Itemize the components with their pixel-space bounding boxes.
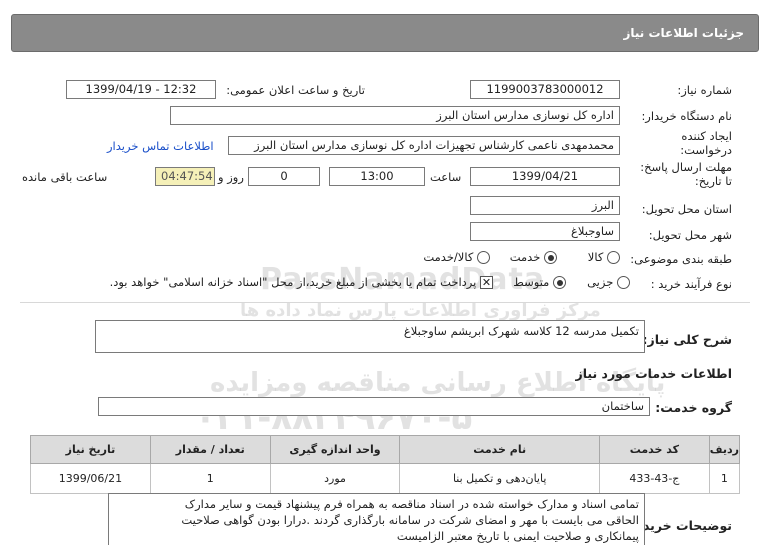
divider <box>20 302 750 303</box>
province-label: استان محل تحویل: <box>641 202 732 216</box>
buyer-contact-link[interactable]: اطلاعات تماس خریدار <box>107 139 214 153</box>
province-field: البرز <box>470 196 620 215</box>
page-title: جزئیات اطلاعات نیاز <box>623 26 744 40</box>
col-row-number: ردیف <box>708 435 741 464</box>
deadline-time-label: ساعت <box>430 170 462 184</box>
process-label: نوع فرآیند خرید : <box>650 277 732 291</box>
time-remaining-field: 04:47:54 <box>155 167 215 186</box>
col-need-date: تاریخ نیاز <box>30 435 151 464</box>
creator-label-line2: درخواست: <box>680 143 732 157</box>
category-option-goods[interactable]: کالا <box>588 250 620 264</box>
city-field: ساوجبلاغ <box>470 222 620 241</box>
col-service-code: کد خدمت <box>598 435 710 464</box>
services-section-title: اطلاعات خدمات مورد نیاز <box>575 366 733 381</box>
need-number-field: 1199003783000012 <box>470 80 620 99</box>
treasury-payment-note: پرداخت تمام یا بخشی از مبلغ خرید،از محل … <box>109 275 477 289</box>
buyer-field: اداره کل نوسازی مدارس استان البرز <box>170 106 620 125</box>
buyer-notes-field: تمامی اسناد و مدارک خواسته شده در اسناد … <box>108 493 645 545</box>
services-table-header: ردیف کد خدمت نام خدمت واحد اندازه گیری ت… <box>30 435 741 464</box>
summary-label: شرح کلی نیاز: <box>642 332 732 347</box>
announce-date-field: 1399/04/19 - 12:32 <box>66 80 216 99</box>
creator-label-line1: ایجاد کننده <box>681 129 732 143</box>
deadline-label-line2: تا تاریخ: <box>694 174 732 188</box>
process-medium-radio[interactable] <box>553 276 566 289</box>
notes-line-1: تمامی اسناد و مدارک خواسته شده در اسناد … <box>184 497 639 511</box>
process-option-medium[interactable]: متوسط <box>513 275 566 289</box>
category-option-goods-service[interactable]: کالا/خدمت <box>423 250 490 264</box>
cell-service-code: ج-43-433 <box>598 463 710 494</box>
category-goods-service-label: کالا/خدمت <box>423 250 474 264</box>
deadline-date-field: 1399/04/21 <box>470 167 620 186</box>
cell-quantity: 1 <box>149 463 271 494</box>
treasury-checkbox[interactable]: ✕ <box>480 276 493 289</box>
service-group-label: گروه خدمت: <box>655 400 732 415</box>
creator-label: ایجاد کننده درخواست: <box>680 129 732 157</box>
category-service-label: خدمت <box>509 250 541 264</box>
category-option-service[interactable]: خدمت <box>510 250 557 264</box>
category-goods-label: کالا <box>587 250 604 264</box>
notes-line-3: پیمانکاری و صلاحیت ایمنی با تاریخ معتبر … <box>396 529 639 543</box>
days-remaining-field: 0 <box>248 167 320 186</box>
creator-field: محمدمهدی ناعمی کارشناس تجهیزات اداره کل … <box>228 136 620 155</box>
process-minor-radio[interactable] <box>617 276 630 289</box>
service-group-field: ساختمان <box>98 397 650 416</box>
deadline-time-field: 13:00 <box>329 167 425 186</box>
category-label: طبقه بندی موضوعی: <box>630 252 732 266</box>
city-label: شهر محل تحویل: <box>648 228 732 242</box>
summary-field: تکمیل مدرسه 12 کلاسه شهرک ابریشم ساوجبلا… <box>95 320 645 353</box>
cell-row-number: 1 <box>708 463 741 494</box>
col-quantity: تعداد / مقدار <box>149 435 271 464</box>
page-header: جزئیات اطلاعات نیاز <box>11 14 759 52</box>
watermark-subtitle: مرکز فراوری اطلاعات پارس نماد داده ها <box>240 300 601 321</box>
treasury-payment-option[interactable]: ✕ پرداخت تمام یا بخشی از مبلغ خرید،از مح… <box>110 275 493 289</box>
cell-need-date: 1399/06/21 <box>30 463 151 494</box>
process-option-minor[interactable]: جزیی <box>587 275 630 289</box>
category-service-radio[interactable] <box>544 251 557 264</box>
services-table: ردیف کد خدمت نام خدمت واحد اندازه گیری ت… <box>30 435 741 494</box>
col-unit: واحد اندازه گیری <box>269 435 401 464</box>
buyer-label: نام دستگاه خریدار: <box>641 109 732 123</box>
need-number-label: شماره نیاز: <box>677 83 732 97</box>
notes-line-2: الحاقی می بایست با مهر و امضای شرکت در س… <box>181 513 639 527</box>
announce-date-label: تاریخ و ساعت اعلان عمومی: <box>226 83 365 97</box>
cell-unit: مورد <box>269 463 401 494</box>
time-remaining-label: ساعت باقی مانده <box>22 170 108 184</box>
cell-service-name: پایان‌دهی و تکمیل بنا <box>399 463 600 494</box>
table-row: 1 ج-43-433 پایان‌دهی و تکمیل بنا مورد 1 … <box>30 463 741 494</box>
deadline-label-line1: مهلت ارسال پاسخ: <box>640 160 732 174</box>
process-minor-label: جزیی <box>587 275 614 289</box>
process-medium-label: متوسط <box>513 275 550 289</box>
col-service-name: نام خدمت <box>399 435 600 464</box>
deadline-label: مهلت ارسال پاسخ: تا تاریخ: <box>640 160 732 188</box>
category-goods-service-radio[interactable] <box>477 251 490 264</box>
days-label: روز و <box>218 170 244 184</box>
category-goods-radio[interactable] <box>607 251 620 264</box>
